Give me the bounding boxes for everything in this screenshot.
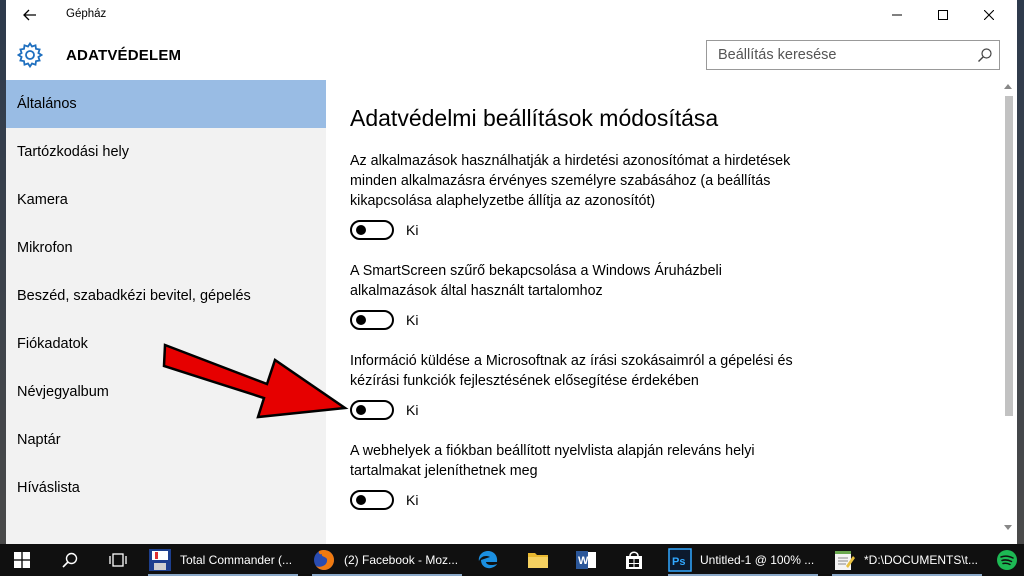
sidebar-item-label: Fiókadatok: [17, 336, 88, 352]
minimize-icon: [892, 14, 902, 16]
taskbar-app-photoshop[interactable]: Ps Untitled-1 @ 100% ...: [668, 544, 818, 576]
taskbar-word[interactable]: W: [566, 544, 606, 576]
spotify-icon: [997, 550, 1017, 570]
advertising-id-toggle[interactable]: [350, 220, 394, 240]
sidebar-item-label: Naptár: [17, 432, 61, 448]
sidebar-item-altalanos[interactable]: Általános: [6, 80, 326, 128]
photoshop-icon: Ps: [668, 548, 692, 572]
search-input[interactable]: [707, 41, 967, 69]
sidebar-item-label: Általános: [17, 96, 77, 112]
main-content: Adatvédelmi beállítások módosítása Az al…: [326, 80, 1001, 544]
typing-info-toggle[interactable]: [350, 400, 394, 420]
svg-text:Ps: Ps: [672, 556, 685, 568]
back-arrow-icon: [23, 9, 36, 21]
sidebar-item-label: Híváslista: [17, 480, 80, 496]
close-icon: [984, 10, 994, 20]
toggle-state-label: Ki: [406, 312, 419, 328]
taskbar-store[interactable]: [614, 544, 654, 576]
firefox-icon: [314, 549, 334, 570]
smartscreen-toggle[interactable]: [350, 310, 394, 330]
toggle-state-label: Ki: [406, 492, 419, 508]
settings-window: Gépház ADATVÉDELEM Általános Tar: [6, 0, 1017, 544]
red-arrow-annotation: [162, 343, 349, 419]
setting-description: Az alkalmazások használhatják a hirdetés…: [350, 153, 791, 209]
toggle-state-label: Ki: [406, 402, 419, 418]
close-button[interactable]: [966, 0, 1012, 30]
scroll-thumb[interactable]: [1005, 96, 1013, 416]
gear-icon: [17, 42, 43, 68]
taskbar: Total Commander (... (2) Facebook - Moz.…: [0, 544, 1024, 576]
setting-smartscreen: A SmartScreen szűrő bekapcsolása a Windo…: [350, 261, 800, 330]
taskbar-app-label: *D:\DOCUMENTS\t...: [864, 553, 979, 567]
task-view-button[interactable]: [96, 544, 140, 576]
toggle-knob: [356, 225, 366, 235]
sidebar-item-label: Névjegyalbum: [17, 384, 109, 400]
sidebar-item-naptar[interactable]: Naptár: [6, 416, 326, 464]
word-icon: W: [576, 551, 596, 569]
setting-typing-info: Információ küldése a Microsoftnak az írá…: [350, 351, 800, 420]
taskbar-app-label: Untitled-1 @ 100% ...: [700, 553, 815, 567]
folder-icon: [528, 553, 548, 568]
sidebar-item-label: Mikrofon: [17, 240, 73, 256]
taskbar-app-total-commander[interactable]: Total Commander (...: [148, 544, 298, 576]
task-view-icon: [109, 553, 127, 567]
toggle-state-label: Ki: [406, 222, 419, 238]
taskbar-app-firefox[interactable]: (2) Facebook - Moz...: [312, 544, 462, 576]
maximize-icon: [938, 10, 948, 20]
scrollbar[interactable]: [1001, 80, 1017, 544]
setting-description: A webhelyek a fiókban beállított nyelvli…: [350, 443, 755, 479]
svg-text:W: W: [578, 555, 589, 567]
toggle-knob: [356, 315, 366, 325]
taskbar-spotify[interactable]: [990, 544, 1024, 576]
setting-advertising-id: Az alkalmazások használhatják a hirdetés…: [350, 151, 800, 240]
windows-logo-icon: [14, 552, 30, 568]
sidebar-item-mikrofon[interactable]: Mikrofon: [6, 224, 326, 272]
scroll-up-arrow-icon[interactable]: [1004, 84, 1012, 89]
title-bar: Gépház: [6, 0, 1017, 30]
scroll-down-arrow-icon[interactable]: [1004, 525, 1012, 530]
sidebar-item-tartozkodasi-hely[interactable]: Tartózkodási hely: [6, 128, 326, 176]
start-button[interactable]: [0, 544, 44, 576]
store-icon: [626, 551, 642, 569]
page-heading: Adatvédelmi beállítások módosítása: [350, 105, 719, 131]
notepad-icon: [835, 551, 855, 570]
toggle-knob: [356, 495, 366, 505]
edge-icon: [478, 551, 498, 569]
setting-description: Információ küldése a Microsoftnak az írá…: [350, 353, 793, 389]
taskbar-app-label: (2) Facebook - Moz...: [344, 553, 459, 567]
page-header: ADATVÉDELEM: [6, 30, 1017, 80]
setting-language-list: A webhelyek a fiókban beállított nyelvli…: [350, 441, 800, 510]
sidebar-item-label: Tartózkodási hely: [17, 144, 130, 160]
section-title: ADATVÉDELEM: [66, 47, 182, 64]
taskbar-app-label: Total Commander (...: [180, 553, 293, 567]
taskbar-app-notepad[interactable]: *D:\DOCUMENTS\t...: [832, 544, 982, 576]
maximize-button[interactable]: [920, 0, 966, 30]
back-button[interactable]: [12, 2, 48, 28]
sidebar-item-label: Beszéd, szabadkézi bevitel, gépelés: [17, 288, 251, 304]
app-title: Gépház: [66, 8, 107, 20]
search-box[interactable]: [706, 40, 1000, 70]
sidebar-item-beszed[interactable]: Beszéd, szabadkézi bevitel, gépelés: [6, 272, 326, 320]
sidebar-item-hivaslista[interactable]: Híváslista: [6, 464, 326, 512]
minimize-button[interactable]: [874, 0, 920, 30]
sidebar: Általános Tartózkodási hely Kamera Mikro…: [6, 80, 326, 544]
sidebar-item-kamera[interactable]: Kamera: [6, 176, 326, 224]
search-taskbar-button[interactable]: [48, 544, 92, 576]
taskbar-edge[interactable]: [468, 544, 508, 576]
total-commander-icon: [149, 549, 171, 571]
sidebar-item-label: Kamera: [17, 192, 68, 208]
language-list-toggle[interactable]: [350, 490, 394, 510]
search-icon[interactable]: [977, 47, 993, 63]
search-icon: [62, 552, 78, 568]
taskbar-file-explorer[interactable]: [518, 544, 558, 576]
setting-description: A SmartScreen szűrő bekapcsolása a Windo…: [350, 263, 722, 299]
toggle-knob: [356, 405, 366, 415]
